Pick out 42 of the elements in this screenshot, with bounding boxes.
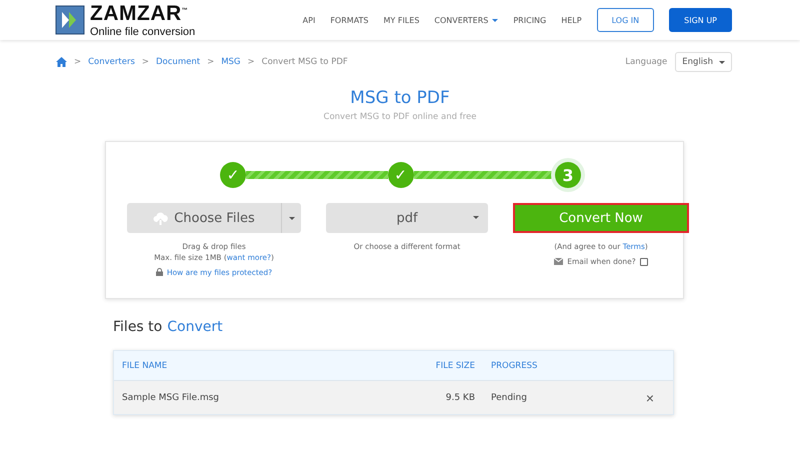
nav-link[interactable]: CONVERTERS bbox=[434, 16, 498, 24]
breadcrumb-separator: > bbox=[248, 57, 255, 67]
page-subtitle: Convert MSG to PDF online and free bbox=[324, 112, 476, 122]
step-done-badge: ✓ bbox=[388, 162, 414, 188]
breadcrumb-link[interactable]: Document bbox=[156, 57, 200, 67]
page-title: MSG to PDF bbox=[350, 88, 450, 108]
signup-button[interactable]: SIGN UP bbox=[669, 8, 732, 32]
nav-link[interactable]: API bbox=[302, 16, 316, 24]
file-size-cell-text: 9.5 KB bbox=[444, 392, 476, 402]
login-button[interactable]: LOG IN bbox=[596, 8, 654, 32]
breadcrumb-link[interactable]: MSG bbox=[221, 57, 241, 67]
mail-icon bbox=[554, 258, 564, 266]
nav-link[interactable]: HELP bbox=[561, 16, 582, 24]
breadcrumb-separator: > bbox=[74, 57, 82, 67]
lock-icon bbox=[156, 268, 163, 276]
column-header: FILE NAME bbox=[121, 360, 168, 370]
logo-tagline: Online file conversion bbox=[90, 26, 196, 38]
cloud-upload-icon bbox=[153, 212, 168, 224]
file-name-cell-text: Sample MSG File.msg bbox=[121, 392, 220, 402]
section-title-accent: Convert bbox=[167, 319, 223, 335]
language-label: Language bbox=[625, 57, 668, 67]
home-icon[interactable] bbox=[56, 57, 67, 67]
step-done-badge: ✓ bbox=[220, 162, 246, 188]
breadcrumb-current: Convert MSG to PDF bbox=[262, 57, 348, 67]
column-header: PROGRESS bbox=[490, 360, 538, 370]
breadcrumb-separator: > bbox=[207, 57, 214, 67]
email-checkbox[interactable] bbox=[640, 258, 648, 266]
column-header: FILE SIZE bbox=[434, 360, 476, 370]
language-select[interactable]: English bbox=[675, 52, 732, 72]
nav-link[interactable]: FORMATS bbox=[330, 16, 369, 24]
format-select[interactable]: pdf bbox=[326, 203, 488, 233]
choose-files-button[interactable]: Choose Files bbox=[127, 203, 281, 233]
nav-link[interactable]: PRICING bbox=[513, 16, 546, 24]
section-title: Files to bbox=[113, 319, 162, 335]
breadcrumb-separator: > bbox=[142, 57, 150, 67]
breadcrumb-link[interactable]: Converters bbox=[88, 57, 135, 67]
logo-icon bbox=[55, 5, 85, 35]
step-number: 3 bbox=[555, 162, 581, 188]
progress-cell-text: Pending bbox=[490, 392, 528, 402]
logo-text: ZAMZAR$^{™}$ bbox=[90, 2, 190, 26]
remove-button[interactable]: × bbox=[643, 390, 657, 406]
nav-link[interactable]: MY FILES bbox=[384, 16, 420, 24]
